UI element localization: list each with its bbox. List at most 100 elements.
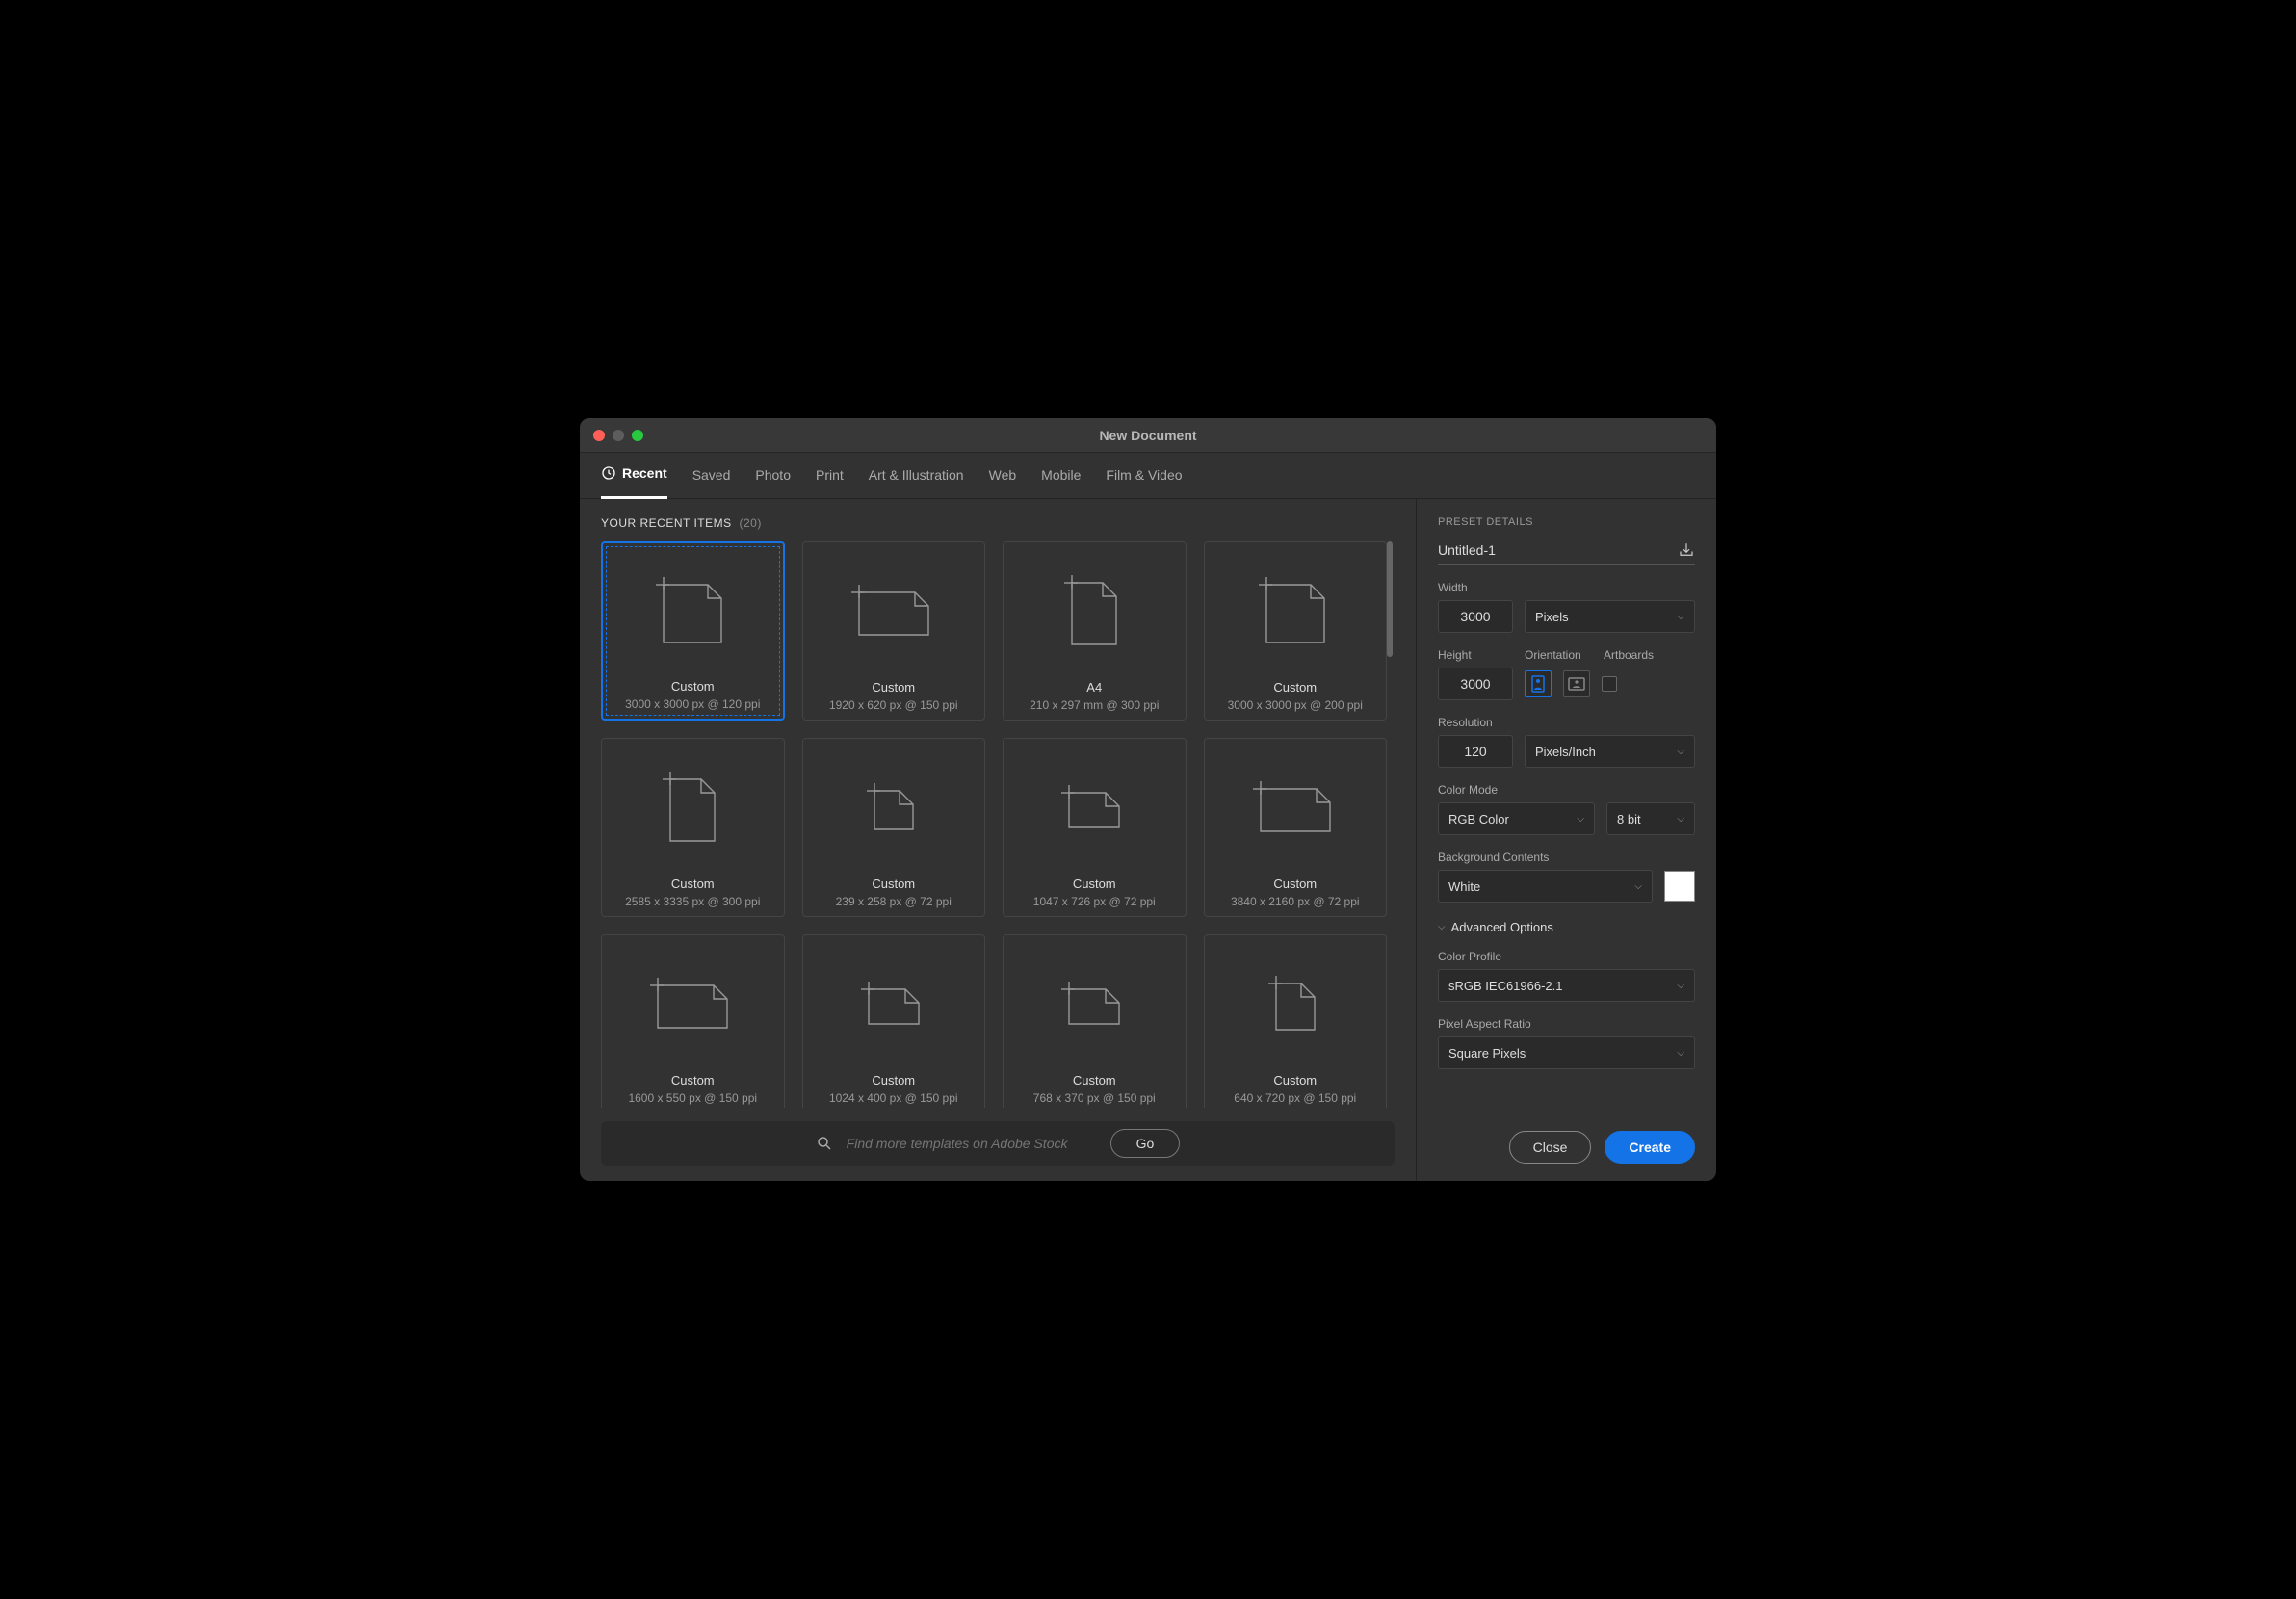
artboards-checkbox[interactable] [1602,676,1617,692]
preset-name: Custom [1073,877,1116,891]
preset-dimensions: 239 x 258 px @ 72 ppi [836,895,952,908]
presets-grid: Custom 3000 x 3000 px @ 120 ppi Custom 1… [601,541,1387,1108]
presets-scroll[interactable]: Custom 3000 x 3000 px @ 120 ppi Custom 1… [601,541,1395,1108]
tab-print[interactable]: Print [816,467,844,485]
window-title: New Document [580,428,1716,443]
tab-recent[interactable]: Recent [601,453,667,499]
width-unit-select[interactable]: Pixels⌵ [1525,600,1695,633]
tab-web[interactable]: Web [989,467,1017,485]
colormode-select[interactable]: RGB Color⌵ [1438,802,1595,835]
document-icon [1062,550,1126,676]
preset-name: Custom [1273,1073,1317,1088]
preset-dimensions: 3000 x 3000 px @ 200 ppi [1228,698,1363,712]
document-icon [661,747,724,873]
document-name-input[interactable] [1438,542,1631,558]
tab-photo[interactable]: Photo [755,467,791,485]
color-profile-label: Color Profile [1438,950,1695,963]
document-icon [1251,747,1340,873]
background-select[interactable]: White⌵ [1438,870,1653,903]
chevron-down-icon: ⌵ [1677,612,1684,622]
document-icon [1257,550,1334,676]
preset-name: Custom [872,877,915,891]
orientation-landscape-button[interactable] [1563,670,1590,697]
preset-card[interactable]: Custom 768 x 370 px @ 150 ppi [1003,934,1187,1108]
new-document-dialog: New Document Recent Saved Photo Print Ar… [580,418,1716,1181]
resolution-unit-select[interactable]: Pixels/Inch⌵ [1525,735,1695,768]
preset-card[interactable]: Custom 2585 x 3335 px @ 300 ppi [601,738,785,917]
preset-dimensions: 640 x 720 px @ 150 ppi [1234,1091,1356,1105]
background-label: Background Contents [1438,851,1695,864]
dialog-body: YOUR RECENT ITEMS (20) Custom 3000 x 300… [580,499,1716,1181]
document-icon [1266,943,1324,1069]
colormode-label: Color Mode [1438,783,1695,797]
close-button[interactable]: Close [1509,1131,1592,1164]
width-input[interactable] [1438,600,1513,633]
create-button[interactable]: Create [1605,1131,1695,1164]
document-icon [1059,747,1129,873]
preset-details-panel: PRESET DETAILS Width Pixels⌵ Height Orie… [1416,499,1716,1181]
stock-search-input[interactable] [847,1136,1097,1151]
width-label: Width [1438,581,1695,594]
preset-name: A4 [1086,680,1102,695]
preset-card[interactable]: Custom 1600 x 550 px @ 150 ppi [601,934,785,1108]
preset-name: Custom [671,877,715,891]
background-color-swatch[interactable] [1664,871,1695,902]
orientation-label: Orientation [1525,648,1592,662]
preset-dimensions: 210 x 297 mm @ 300 ppi [1030,698,1159,712]
stock-search-bar: Go [601,1121,1395,1166]
preset-name: Custom [671,1073,715,1088]
category-tabs: Recent Saved Photo Print Art & Illustrat… [580,453,1716,499]
resolution-input[interactable] [1438,735,1513,768]
document-icon [859,943,928,1069]
landscape-icon [1568,677,1585,691]
height-input[interactable] [1438,668,1513,700]
tab-saved[interactable]: Saved [692,467,731,485]
tab-art-illustration[interactable]: Art & Illustration [869,467,964,485]
stock-go-button[interactable]: Go [1110,1129,1181,1158]
chevron-down-icon: ⌵ [1634,881,1642,892]
preset-dimensions: 3000 x 3000 px @ 120 ppi [625,697,760,711]
preset-card[interactable]: Custom 3840 x 2160 px @ 72 ppi [1204,738,1388,917]
preset-name: Custom [1073,1073,1116,1088]
document-icon [648,943,737,1069]
orientation-portrait-button[interactable] [1525,670,1552,697]
chevron-down-icon: ⌵ [1677,747,1684,757]
tab-mobile[interactable]: Mobile [1041,467,1081,485]
preset-dimensions: 1047 x 726 px @ 72 ppi [1033,895,1156,908]
preset-name: Custom [1273,877,1317,891]
preset-dimensions: 2585 x 3335 px @ 300 ppi [625,895,760,908]
preset-name: Custom [671,679,715,694]
document-icon [1059,943,1129,1069]
preset-card[interactable]: Custom 1047 x 726 px @ 72 ppi [1003,738,1187,917]
height-label: Height [1438,648,1513,662]
preset-card[interactable]: Custom 3000 x 3000 px @ 120 ppi [601,541,785,721]
preset-dimensions: 3840 x 2160 px @ 72 ppi [1231,895,1360,908]
pixel-aspect-select[interactable]: Square Pixels⌵ [1438,1036,1695,1069]
save-preset-icon[interactable] [1678,541,1695,559]
pixel-aspect-label: Pixel Aspect Ratio [1438,1017,1695,1031]
preset-card[interactable]: A4 210 x 297 mm @ 300 ppi [1003,541,1187,721]
preset-card[interactable]: Custom 239 x 258 px @ 72 ppi [802,738,986,917]
scrollbar-thumb[interactable] [1387,541,1393,657]
chevron-down-icon: ⌵ [1677,1048,1684,1059]
chevron-down-icon: ⌵ [1677,981,1684,991]
artboards-label: Artboards [1604,648,1654,662]
preset-card[interactable]: Custom 640 x 720 px @ 150 ppi [1204,934,1388,1108]
section-title: YOUR RECENT ITEMS (20) [601,516,1395,530]
preset-card[interactable]: Custom 1024 x 400 px @ 150 ppi [802,934,986,1108]
preset-dimensions: 768 x 370 px @ 150 ppi [1033,1091,1156,1105]
preset-card[interactable]: Custom 1920 x 620 px @ 150 ppi [802,541,986,721]
preset-dimensions: 1600 x 550 px @ 150 ppi [628,1091,757,1105]
preset-name: Custom [872,680,915,695]
preset-name: Custom [872,1073,915,1088]
color-profile-select[interactable]: sRGB IEC61966-2.1⌵ [1438,969,1695,1002]
advanced-options-toggle[interactable]: ⌵ Advanced Options [1438,920,1695,934]
portrait-icon [1531,675,1545,693]
document-icon [654,551,731,675]
panel-header: PRESET DETAILS [1438,516,1695,528]
preset-dimensions: 1920 x 620 px @ 150 ppi [829,698,958,712]
preset-card[interactable]: Custom 3000 x 3000 px @ 200 ppi [1204,541,1388,721]
tab-film-video[interactable]: Film & Video [1106,467,1182,485]
preset-name: Custom [1273,680,1317,695]
bitdepth-select[interactable]: 8 bit⌵ [1606,802,1695,835]
